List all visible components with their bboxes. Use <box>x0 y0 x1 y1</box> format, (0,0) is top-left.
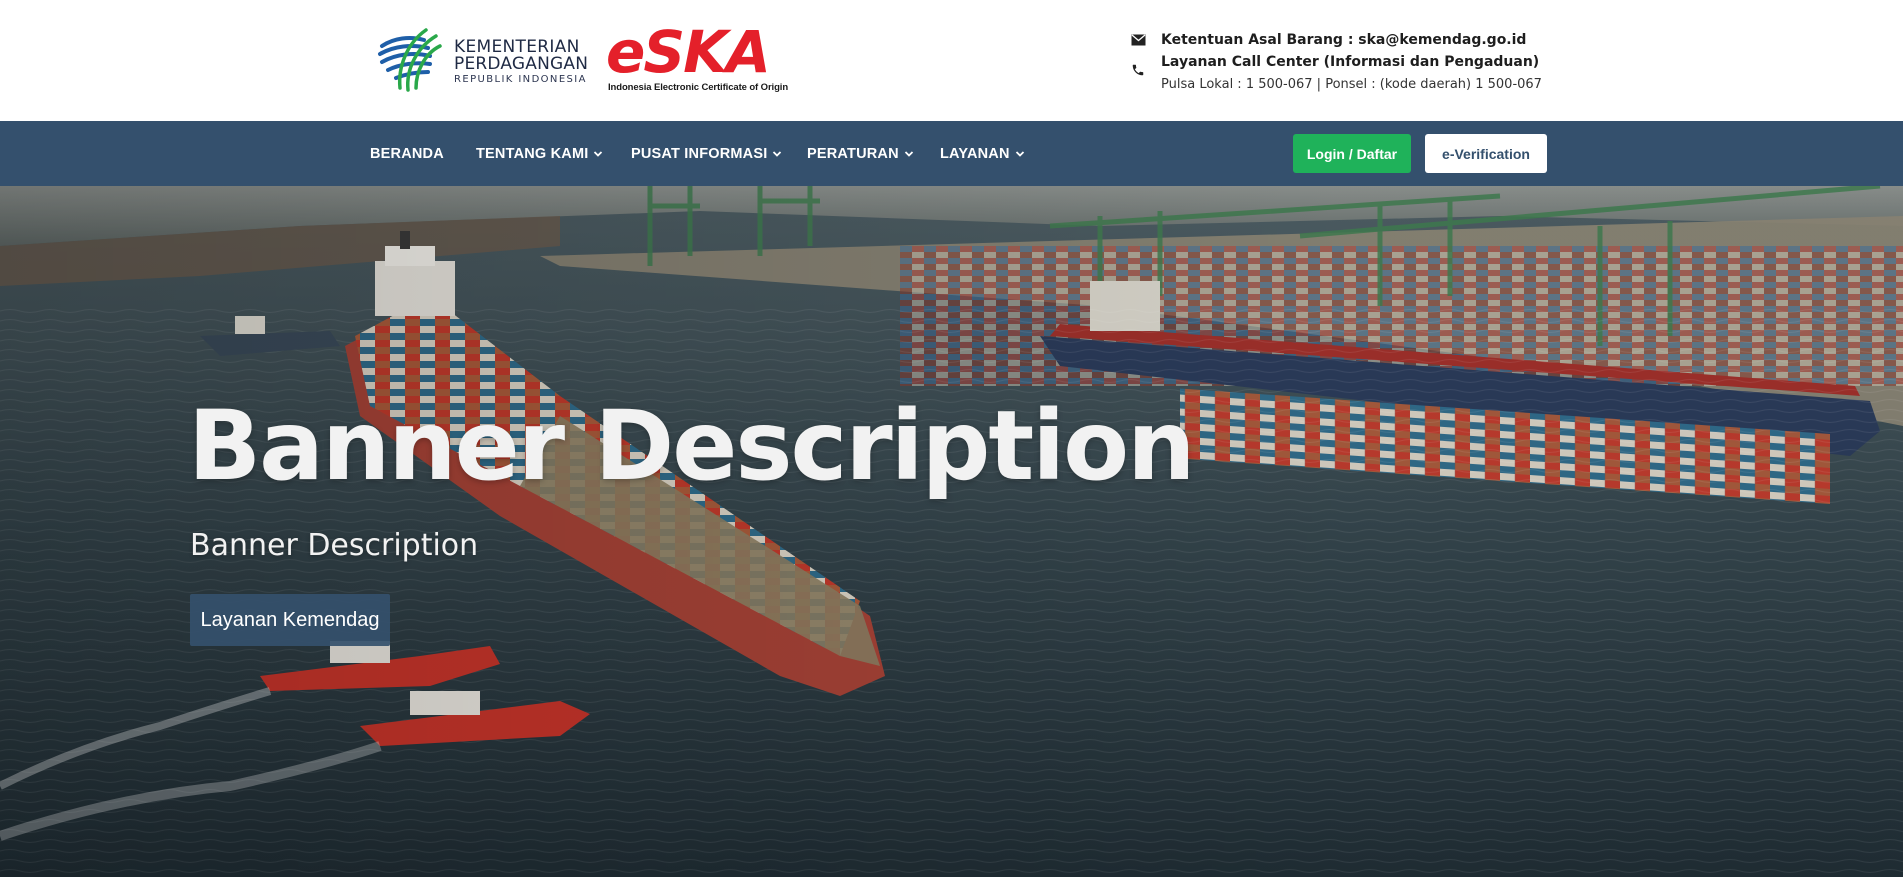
main-navbar: BERANDA TENTANG KAMI PUSAT INFORMASI PER… <box>0 121 1903 186</box>
nav-item-label: PERATURAN <box>807 145 899 162</box>
phone-icon <box>1130 62 1146 78</box>
contact-callcenter-row: Layanan Call Center (Informasi dan Penga… <box>1130 54 1550 76</box>
nav-item-layanan[interactable]: LAYANAN <box>940 121 1026 186</box>
nav-item-tentang-kami[interactable]: TENTANG KAMI <box>476 121 604 186</box>
chevron-down-icon <box>1015 150 1024 157</box>
top-header: KEMENTERIAN PERDAGANGAN REPUBLIK INDONES… <box>0 0 1903 121</box>
eska-logo[interactable]: eSKA Indonesia Electronic Certificate of… <box>606 22 792 96</box>
contact-email-text: Ketentuan Asal Barang : ska@kemendag.go.… <box>1161 32 1527 48</box>
eska-wordmark: eSKA <box>606 18 771 86</box>
contact-phone-text: Pulsa Lokal : 1 500-067 | Ponsel : (kode… <box>1161 77 1542 92</box>
eska-tagline: Indonesia Electronic Certificate of Orig… <box>608 82 789 93</box>
ministry-line3: REPUBLIK INDONESIA <box>454 74 587 85</box>
e-verification-button[interactable]: e-Verification <box>1425 134 1547 173</box>
ministry-line2: PERDAGANGAN <box>454 54 589 74</box>
nav-item-pusat-informasi[interactable]: PUSAT INFORMASI <box>631 121 783 186</box>
nav-item-label: PUSAT INFORMASI <box>631 145 768 162</box>
contact-email-row: Ketentuan Asal Barang : ska@kemendag.go.… <box>1130 30 1550 50</box>
nav-item-label: LAYANAN <box>940 145 1010 162</box>
kemendag-logo[interactable]: KEMENTERIAN PERDAGANGAN REPUBLIK INDONES… <box>374 24 594 94</box>
nav-item-beranda[interactable]: BERANDA <box>370 121 444 186</box>
hero-title: Banner Description <box>188 390 1195 502</box>
nav-item-label: BERANDA <box>370 145 444 162</box>
chevron-down-icon <box>904 150 913 157</box>
kemendag-emblem-icon <box>378 28 442 92</box>
nav-item-peraturan[interactable]: PERATURAN <box>807 121 915 186</box>
nav-item-label: TENTANG KAMI <box>476 145 589 162</box>
hero-banner: Banner Description Banner Description La… <box>0 186 1903 877</box>
kemendag-wordmark: KEMENTERIAN PERDAGANGAN REPUBLIK INDONES… <box>454 39 588 86</box>
layanan-kemendag-button[interactable]: Layanan Kemendag <box>190 594 390 646</box>
envelope-icon <box>1130 32 1146 48</box>
hero-subtitle: Banner Description <box>190 528 479 563</box>
chevron-down-icon <box>773 150 782 157</box>
login-register-button[interactable]: Login / Daftar <box>1293 134 1411 173</box>
contact-callcenter-text: Layanan Call Center (Informasi dan Penga… <box>1161 54 1540 70</box>
contact-phone-row: Pulsa Lokal : 1 500-067 | Ponsel : (kode… <box>1130 77 1550 95</box>
chevron-down-icon <box>594 150 603 157</box>
